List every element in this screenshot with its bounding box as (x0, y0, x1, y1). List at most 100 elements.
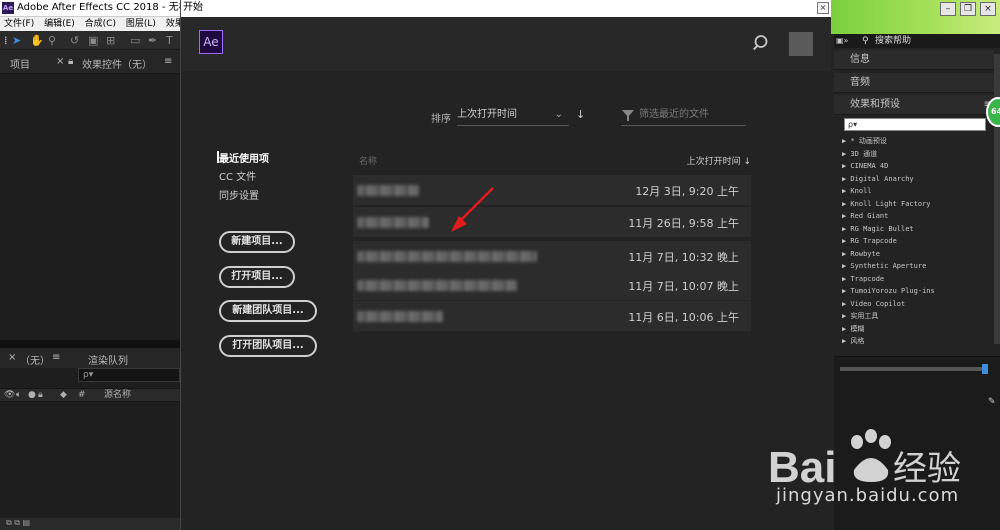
start-dialog: 开始 × Ae 排序 上次打开时间 ⌄ ↓ 筛选最近的文件 最近使用项 CC 文… (180, 0, 831, 530)
menu-layer[interactable]: 图层(L) (126, 19, 156, 29)
effect-category-item[interactable]: ▶ Knoll (842, 185, 992, 198)
effect-category-item[interactable]: ▶ Synthetic Aperture (842, 260, 992, 273)
baidu-watermark-logo: Bai 经验 (768, 429, 961, 492)
timeline-search-input[interactable]: ρ▾ (78, 368, 180, 382)
effect-category-item[interactable]: ▶ RG Trapcode (842, 235, 992, 248)
filter-recent-input[interactable]: 筛选最近的文件 (621, 104, 746, 126)
open-team-project-button[interactable]: 打开团队项目... (219, 335, 317, 357)
tab-project[interactable]: 项目 (10, 56, 30, 71)
column-source-name[interactable]: 源名称 (104, 389, 131, 401)
file-last-opened: 11月 6日, 10:06 上午 (628, 311, 739, 324)
column-number[interactable]: # (78, 389, 86, 401)
effect-category-item[interactable]: ▶ Trapcode (842, 273, 992, 286)
lock-icon[interactable]: 🔒︎ (38, 389, 43, 401)
solo-icon[interactable]: ● (28, 389, 36, 401)
lock-icon[interactable]: 🔒︎ (68, 56, 73, 67)
recent-file-row[interactable]: 11月 6日, 10:06 上午 (353, 301, 751, 331)
effect-category-item[interactable]: ▶ Red Giant (842, 210, 992, 223)
minimize-icon[interactable]: – (940, 2, 956, 16)
nav-recent[interactable]: 最近使用项 (219, 150, 339, 165)
menu-file[interactable]: 文件(F) (4, 19, 34, 29)
comp-mini-icon[interactable]: ⧉ ⧉ ▤ (6, 518, 30, 528)
new-team-project-button[interactable]: 新建团队项目... (219, 300, 317, 322)
label-icon[interactable]: ◆ (60, 389, 67, 401)
text-tool-icon[interactable]: T (166, 34, 173, 47)
effect-category-item[interactable]: ▶ 实用工具 (842, 310, 992, 323)
audio-icon[interactable]: 🔈︎ (16, 389, 21, 401)
recent-file-row[interactable]: 11月 7日, 10:32 晚上 (353, 241, 751, 271)
column-name[interactable]: 名称 (359, 154, 377, 167)
left-panel: 项目 × 🔒︎ 效果控件（无） ≡ × （无） ≡ 渲染队列 ρ▾ 👁︎ 🔈︎ … (0, 50, 180, 530)
panel-info[interactable]: 信息 (834, 50, 994, 70)
column-last-opened[interactable]: 上次打开时间 ↓ (687, 154, 751, 167)
zoom-tool-icon[interactable]: ⚲ (48, 34, 56, 47)
blurred-file-name (357, 217, 429, 228)
ae-app-icon: Ae (2, 2, 14, 14)
chevron-down-icon: ⌄ (554, 109, 563, 120)
panel-menu-icon[interactable]: ≡ (52, 352, 60, 363)
menu-composition[interactable]: 合成(C) (85, 19, 116, 29)
desktop-background: – ❐ × (830, 0, 1000, 34)
effect-category-item[interactable]: ▶ Digital Anarchy (842, 173, 992, 186)
tab-render-queue[interactable]: 渲染队列 (88, 352, 128, 367)
visibility-icon[interactable]: 👁︎ (4, 389, 15, 401)
recent-file-row[interactable]: 12月 3日, 9:20 上午 (353, 175, 751, 205)
pan-behind-tool-icon[interactable]: ⊞ (106, 34, 115, 47)
search-icon: ⚲ (862, 36, 869, 46)
pen-tool-icon[interactable]: ✒ (148, 34, 157, 47)
effect-category-item[interactable]: ▶ 风格 (842, 335, 992, 348)
rotate-tool-icon[interactable]: ↺ (70, 34, 79, 47)
filter-placeholder: 筛选最近的文件 (639, 109, 709, 120)
panel-menu-icon[interactable]: ≡ (164, 56, 172, 67)
effect-category-item[interactable]: ▶ * 动画预设 (842, 135, 992, 148)
menu-edit[interactable]: 编辑(E) (44, 19, 75, 29)
tab-close-icon[interactable]: × (8, 352, 16, 363)
effects-search-input[interactable]: ρ▾ (844, 118, 986, 131)
sort-dropdown[interactable]: 上次打开时间 ⌄ (457, 104, 569, 126)
menu-icon[interactable]: ▣» (836, 34, 848, 48)
effect-category-item[interactable]: ▶ 模糊 (842, 323, 992, 336)
recent-list-header: 名称 上次打开时间 ↓ (353, 150, 751, 170)
panel-slider[interactable] (840, 367, 988, 371)
file-last-opened: 12月 3日, 9:20 上午 (635, 185, 739, 198)
help-search-bar[interactable]: ▣» ⚲ 搜索帮助 (834, 34, 1000, 48)
tab-timeline-none[interactable]: （无） (20, 352, 50, 367)
nav-sync-settings[interactable]: 同步设置 (219, 187, 339, 202)
timeline-footer: ⧉ ⧉ ▤ (0, 518, 180, 530)
close-icon[interactable]: × (817, 2, 829, 14)
new-project-button[interactable]: 新建项目... (219, 231, 295, 253)
recent-file-row[interactable]: 11月 26日, 9:58 上午 (353, 207, 751, 237)
restore-icon[interactable]: ❐ (960, 2, 976, 16)
effect-category-item[interactable]: ▶ Video Copilot (842, 298, 992, 311)
search-icon[interactable] (753, 34, 771, 52)
panel-divider[interactable] (0, 340, 180, 348)
effect-category-item[interactable]: ▶ CINEMA 4D (842, 160, 992, 173)
menu-effect[interactable]: 效果 (166, 19, 180, 29)
effect-category-item[interactable]: ▶ Rowbyte (842, 248, 992, 261)
project-panel-header: 项目 × 🔒︎ 效果控件（无） ≡ (0, 50, 180, 74)
sort-direction-icon[interactable]: ↓ (576, 108, 585, 121)
rectangle-tool-icon[interactable]: ▭ (130, 34, 140, 47)
close-icon[interactable]: × (980, 2, 996, 16)
toolbar-grip-icon: ⁞ (4, 34, 8, 47)
panel-effects-presets[interactable]: 效果和预设 ≡ (834, 95, 994, 115)
open-project-button[interactable]: 打开项目... (219, 266, 295, 288)
effect-category-item[interactable]: ▶ Knoll Light Factory (842, 198, 992, 211)
dialog-title-bar: 开始 × (181, 0, 831, 17)
recent-file-row[interactable]: 11月 7日, 10:07 晚上 (353, 270, 751, 300)
hand-tool-icon[interactable]: ✋ (30, 34, 44, 47)
avatar[interactable] (789, 32, 813, 56)
slider-handle[interactable] (982, 364, 988, 374)
selection-tool-icon[interactable]: ➤ (12, 34, 21, 47)
effect-category-item[interactable]: ▶ RG Magic Bullet (842, 223, 992, 236)
panel-audio[interactable]: 音频 (834, 73, 994, 93)
brush-icon[interactable]: ✎ (988, 397, 996, 407)
tab-effect-controls[interactable]: 效果控件（无） (82, 56, 152, 71)
camera-tool-icon[interactable]: ▣ (88, 34, 98, 47)
nav-cc-files[interactable]: CC 文件 (219, 168, 339, 183)
tab-close-icon[interactable]: × (56, 56, 64, 67)
effect-category-item[interactable]: ▶ 3D 通道 (842, 148, 992, 161)
blurred-file-name (357, 280, 517, 291)
dialog-header: Ae (181, 17, 831, 71)
effect-category-item[interactable]: ▶ TumoiYorozu Plug-ins (842, 285, 992, 298)
